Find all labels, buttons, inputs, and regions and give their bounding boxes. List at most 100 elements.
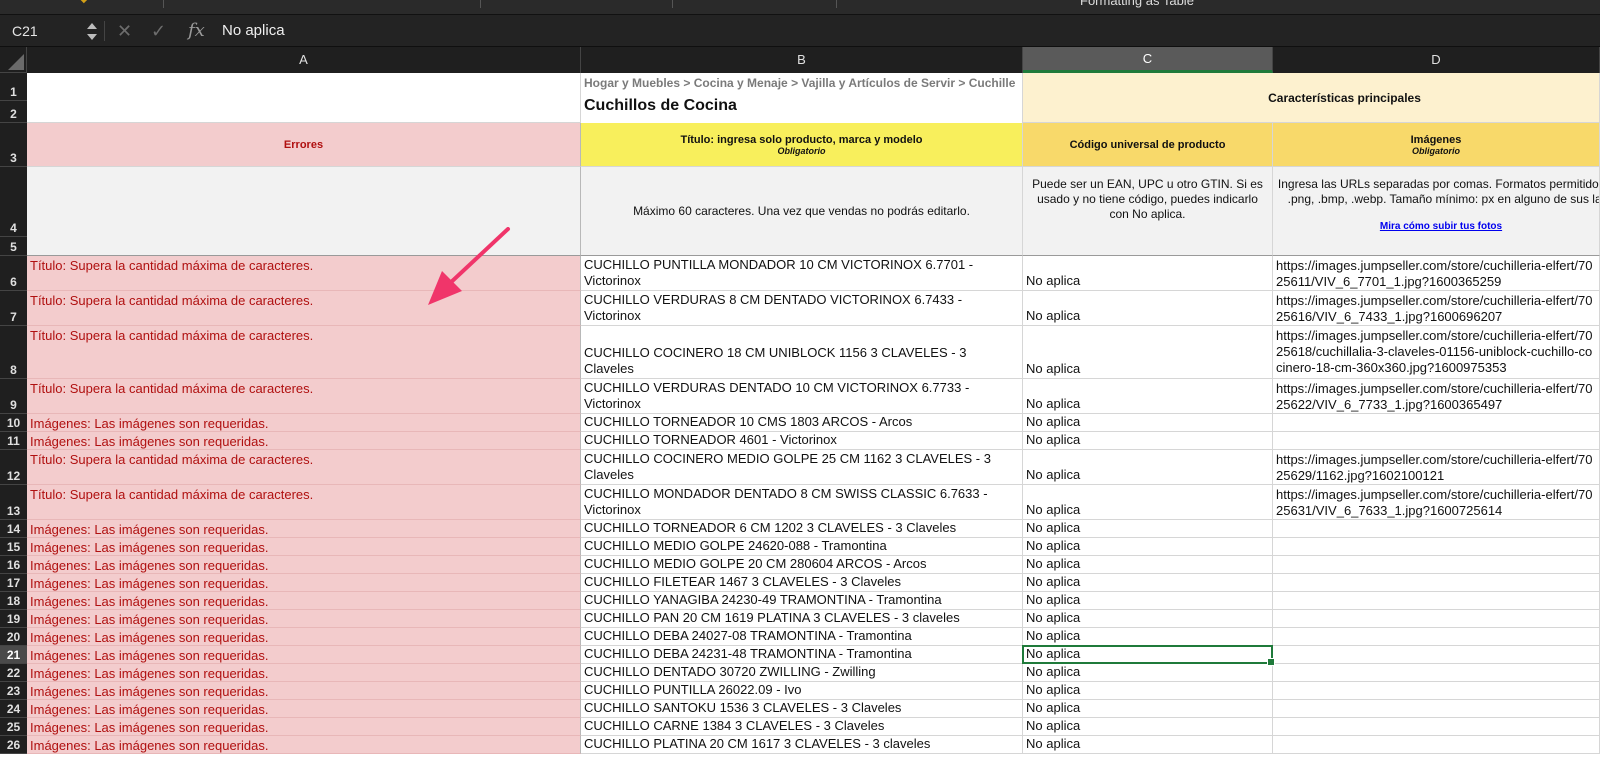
row-header-13[interactable]: 13 [0, 485, 27, 520]
cell-b3[interactable]: Título: ingresa solo producto, marca y m… [581, 123, 1023, 167]
row-header-14[interactable]: 14 [0, 520, 27, 538]
upc-cell[interactable]: No aplica [1023, 326, 1273, 379]
format-as-table-label[interactable]: Formatting as Table [1080, 0, 1194, 8]
product-title-cell[interactable]: CUCHILLO TORNEADOR 6 CM 1202 3 CLAVELES … [581, 520, 1023, 538]
image-url-cell[interactable] [1273, 520, 1600, 538]
row-header-20[interactable]: 20 [0, 628, 27, 646]
cell-b1[interactable]: Hogar y Muebles > Cocina y Menaje > Vaji… [581, 73, 1023, 123]
row-header-9[interactable]: 9 [0, 379, 27, 414]
upc-cell[interactable]: No aplica [1023, 664, 1273, 682]
error-cell[interactable]: Imágenes: Las imágenes son requeridas. [27, 574, 581, 592]
error-cell[interactable]: Imágenes: Las imágenes son requeridas. [27, 414, 581, 432]
image-url-cell[interactable]: https://images.jumpseller.com/store/cuch… [1273, 326, 1600, 379]
upc-cell[interactable]: No aplica [1023, 379, 1273, 414]
row-header-8[interactable]: 8 [0, 326, 27, 379]
row-header-18[interactable]: 18 [0, 592, 27, 610]
row-header-6[interactable]: 6 [0, 256, 27, 291]
product-title-cell[interactable]: CUCHILLO PAN 20 CM 1619 PLATINA 3 CLAVEL… [581, 610, 1023, 628]
upc-cell[interactable]: No aplica [1023, 450, 1273, 485]
upc-cell[interactable]: No aplica [1023, 538, 1273, 556]
row-header-16[interactable]: 16 [0, 556, 27, 574]
error-cell[interactable]: Imágenes: Las imágenes son requeridas. [27, 700, 581, 718]
column-header-a[interactable]: A [27, 47, 581, 73]
cell-c1-main-features[interactable]: Características principales [1023, 73, 1600, 123]
error-cell[interactable]: Imágenes: Las imágenes son requeridas. [27, 592, 581, 610]
upc-cell[interactable]: No aplica [1023, 610, 1273, 628]
product-title-cell[interactable]: CUCHILLO COCINERO MEDIO GOLPE 25 CM 1162… [581, 450, 1023, 485]
product-title-cell[interactable]: CUCHILLO PLATINA 20 CM 1617 3 CLAVELES -… [581, 736, 1023, 754]
confirm-icon[interactable]: ✓ [151, 20, 166, 42]
row-header-4[interactable]: 4 [0, 167, 27, 237]
row-header-2[interactable]: 2 [0, 101, 27, 123]
error-cell[interactable]: Imágenes: Las imágenes son requeridas. [27, 646, 581, 664]
product-title-cell[interactable]: CUCHILLO MEDIO GOLPE 20 CM 280604 ARCOS … [581, 556, 1023, 574]
product-title-cell[interactable]: CUCHILLO TORNEADOR 10 CMS 1803 ARCOS - A… [581, 414, 1023, 432]
image-url-cell[interactable]: https://images.jumpseller.com/store/cuch… [1273, 379, 1600, 414]
upc-cell[interactable]: No aplica [1023, 574, 1273, 592]
upc-cell[interactable]: No aplica [1023, 718, 1273, 736]
error-cell[interactable]: Título: Supera la cantidad máxima de car… [27, 450, 581, 485]
product-title-cell[interactable]: CUCHILLO YANAGIBA 24230-49 TRAMONTINA - … [581, 592, 1023, 610]
error-cell[interactable]: Imágenes: Las imágenes son requeridas. [27, 556, 581, 574]
error-cell[interactable]: Imágenes: Las imágenes son requeridas. [27, 718, 581, 736]
row-header-5[interactable]: 5 [0, 237, 27, 256]
cancel-icon[interactable]: ✕ [117, 20, 132, 42]
image-url-cell[interactable] [1273, 556, 1600, 574]
image-url-cell[interactable] [1273, 646, 1600, 664]
upc-cell[interactable]: No aplica [1023, 682, 1273, 700]
image-url-cell[interactable]: https://images.jumpseller.com/store/cuch… [1273, 291, 1600, 326]
product-title-cell[interactable]: CUCHILLO VERDURAS 8 CM DENTADO VICTORINO… [581, 291, 1023, 326]
image-url-cell[interactable]: https://images.jumpseller.com/store/cuch… [1273, 450, 1600, 485]
upc-cell[interactable]: No aplica [1023, 736, 1273, 754]
row-header-26[interactable]: 26 [0, 736, 27, 754]
error-cell[interactable]: Imágenes: Las imágenes son requeridas. [27, 520, 581, 538]
error-cell[interactable]: Imágenes: Las imágenes son requeridas. [27, 736, 581, 754]
image-url-cell[interactable] [1273, 414, 1600, 432]
image-url-cell[interactable] [1273, 700, 1600, 718]
row-header-7[interactable]: 7 [0, 291, 27, 326]
cell-b4[interactable]: Máximo 60 caracteres. Una vez que vendas… [581, 167, 1023, 256]
error-cell[interactable]: Imágenes: Las imágenes son requeridas. [27, 432, 581, 450]
select-all-corner[interactable] [0, 47, 27, 73]
cell-a3[interactable]: Errores [27, 123, 581, 167]
product-title-cell[interactable]: CUCHILLO MONDADOR DENTADO 8 CM SWISS CLA… [581, 485, 1023, 520]
image-url-cell[interactable] [1273, 682, 1600, 700]
error-cell[interactable]: Imágenes: Las imágenes son requeridas. [27, 610, 581, 628]
image-url-cell[interactable] [1273, 574, 1600, 592]
upc-cell[interactable]: No aplica [1023, 256, 1273, 291]
column-header-b[interactable]: B [581, 47, 1023, 73]
row-header-17[interactable]: 17 [0, 574, 27, 592]
image-url-cell[interactable] [1273, 736, 1600, 754]
upc-cell[interactable]: No aplica [1023, 700, 1273, 718]
warning-icon[interactable]: ◆ [80, 0, 88, 5]
image-url-cell[interactable]: https://images.jumpseller.com/store/cuch… [1273, 485, 1600, 520]
upc-cell[interactable]: No aplica [1023, 432, 1273, 450]
product-title-cell[interactable]: CUCHILLO CARNE 1384 3 CLAVELES - 3 Clave… [581, 718, 1023, 736]
product-title-cell[interactable]: CUCHILLO FILETEAR 1467 3 CLAVELES - 3 Cl… [581, 574, 1023, 592]
product-title-cell[interactable]: CUCHILLO COCINERO 18 CM UNIBLOCK 1156 3 … [581, 326, 1023, 379]
upc-cell[interactable]: No aplica [1023, 414, 1273, 432]
upc-cell[interactable]: No aplica [1023, 646, 1273, 664]
upc-cell[interactable]: No aplica [1023, 628, 1273, 646]
image-url-cell[interactable] [1273, 538, 1600, 556]
row-header-11[interactable]: 11 [0, 432, 27, 450]
image-url-cell[interactable] [1273, 610, 1600, 628]
upload-photos-link[interactable]: Mira cómo subir tus fotos [1380, 221, 1502, 232]
row-header-10[interactable]: 10 [0, 414, 27, 432]
row-header-21[interactable]: 21 [0, 646, 27, 664]
row-header-1[interactable]: 1 [0, 73, 27, 101]
error-cell[interactable]: Imágenes: Las imágenes son requeridas. [27, 538, 581, 556]
name-box-stepper[interactable] [86, 18, 98, 44]
row-header-25[interactable]: 25 [0, 718, 27, 736]
image-url-cell[interactable] [1273, 664, 1600, 682]
image-url-cell[interactable] [1273, 592, 1600, 610]
error-cell[interactable]: Imágenes: Las imágenes son requeridas. [27, 628, 581, 646]
product-title-cell[interactable]: CUCHILLO DEBA 24231-48 TRAMONTINA - Tram… [581, 646, 1023, 664]
upc-cell[interactable]: No aplica [1023, 520, 1273, 538]
row-header-19[interactable]: 19 [0, 610, 27, 628]
chevron-down-icon[interactable] [87, 34, 97, 40]
cell-c4[interactable]: Puede ser un EAN, UPC u otro GTIN. Si es… [1023, 167, 1273, 256]
fx-icon[interactable]: fx [188, 20, 205, 42]
cell-a1[interactable] [27, 73, 581, 123]
product-title-cell[interactable]: CUCHILLO DEBA 24027-08 TRAMONTINA - Tram… [581, 628, 1023, 646]
